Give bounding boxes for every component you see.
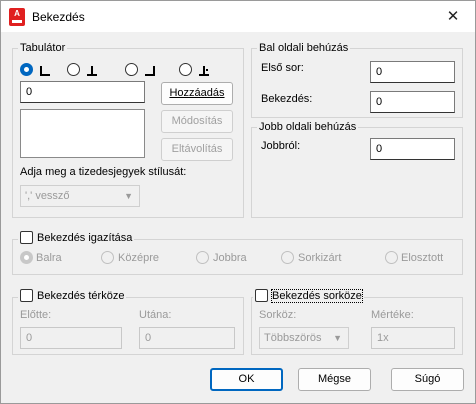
- tab-decimal-radio[interactable]: [179, 63, 192, 76]
- align-justify-label: Sorkizárt: [298, 252, 342, 264]
- alignment-checkbox-label: Bekezdés igazítása: [37, 231, 133, 244]
- decimal-tab-icon: [199, 66, 209, 76]
- amount-input[interactable]: 1x: [371, 327, 455, 349]
- paragraph-indent-input[interactable]: 0: [370, 91, 455, 113]
- before-label: Előtte:: [20, 309, 52, 321]
- add-tab-button[interactable]: Hozzáadás: [161, 82, 233, 105]
- left-indent-group-label: Bal oldali behúzás: [257, 42, 351, 54]
- remove-tab-button[interactable]: Eltávolítás: [161, 138, 233, 161]
- tab-left-radio[interactable]: [20, 63, 33, 76]
- left-tab-icon: [40, 66, 50, 76]
- align-right-label: Jobbra: [213, 252, 247, 264]
- align-distribute-radio[interactable]: [385, 251, 398, 264]
- chevron-down-icon: ▼: [124, 191, 133, 201]
- line-spacing-checkbox[interactable]: [255, 289, 268, 302]
- paragraph-dialog: A Bekezdés ✕ Tabulátor 0 Hozzáadás Módos…: [0, 0, 476, 404]
- autocad-icon: A: [9, 8, 25, 26]
- alignment-checkbox[interactable]: [20, 231, 33, 244]
- modify-tab-button[interactable]: Módosítás: [161, 110, 233, 133]
- align-distribute-label: Elosztott: [401, 252, 444, 264]
- line-spacing-checkbox-row[interactable]: Bekezdés sorköze: [253, 288, 364, 303]
- decimal-style-select[interactable]: ',' vessző ▼: [20, 185, 140, 207]
- align-justify-radio[interactable]: [281, 251, 294, 264]
- right-indent-group-label: Jobb oldali behúzás: [257, 121, 359, 133]
- title-bar[interactable]: A Bekezdés ✕: [1, 1, 475, 32]
- right-indent-label: Jobbról:: [261, 140, 301, 152]
- close-button[interactable]: ✕: [431, 1, 475, 32]
- chevron-down-icon: ▼: [333, 333, 342, 343]
- spacing-checkbox-row[interactable]: Bekezdés térköze: [18, 289, 127, 302]
- after-input[interactable]: 0: [139, 327, 235, 349]
- line-spacing-select[interactable]: Többszörös ▼: [259, 327, 349, 349]
- close-icon: ✕: [446, 8, 460, 25]
- tabulator-group-label: Tabulátor: [18, 42, 68, 54]
- right-indent-input[interactable]: 0: [370, 138, 455, 160]
- center-tab-icon: [87, 66, 97, 76]
- help-button[interactable]: Súgó: [391, 368, 464, 391]
- paragraph-indent-label: Bekezdés:: [261, 93, 313, 105]
- align-center-radio[interactable]: [101, 251, 114, 264]
- line-spacing-label: Sorköz:: [259, 309, 297, 321]
- tab-stops-list[interactable]: [20, 109, 145, 158]
- spacing-checkbox[interactable]: [20, 289, 33, 302]
- ok-button[interactable]: OK: [210, 368, 283, 391]
- align-left-label: Balra: [36, 252, 62, 264]
- spacing-checkbox-label: Bekezdés térköze: [37, 289, 125, 302]
- window-title: Bekezdés: [32, 10, 85, 24]
- decimal-style-label: Adja meg a tizedesjegyek stílusát:: [20, 166, 187, 178]
- after-label: Utána:: [139, 309, 172, 321]
- align-right-radio[interactable]: [196, 251, 209, 264]
- before-input[interactable]: 0: [20, 327, 122, 349]
- alignment-checkbox-row[interactable]: Bekezdés igazítása: [18, 231, 135, 244]
- first-line-input[interactable]: 0: [370, 61, 455, 83]
- align-center-label: Középre: [118, 252, 159, 264]
- amount-label: Mértéke:: [371, 309, 414, 321]
- tab-position-input[interactable]: 0: [20, 81, 145, 103]
- line-spacing-checkbox-label: Bekezdés sorköze: [271, 288, 363, 303]
- first-line-label: Első sor:: [261, 62, 304, 74]
- align-left-radio[interactable]: [20, 251, 33, 264]
- cancel-button[interactable]: Mégse: [298, 368, 371, 391]
- tab-right-radio[interactable]: [125, 63, 138, 76]
- right-tab-icon: [145, 66, 155, 76]
- tab-center-radio[interactable]: [67, 63, 80, 76]
